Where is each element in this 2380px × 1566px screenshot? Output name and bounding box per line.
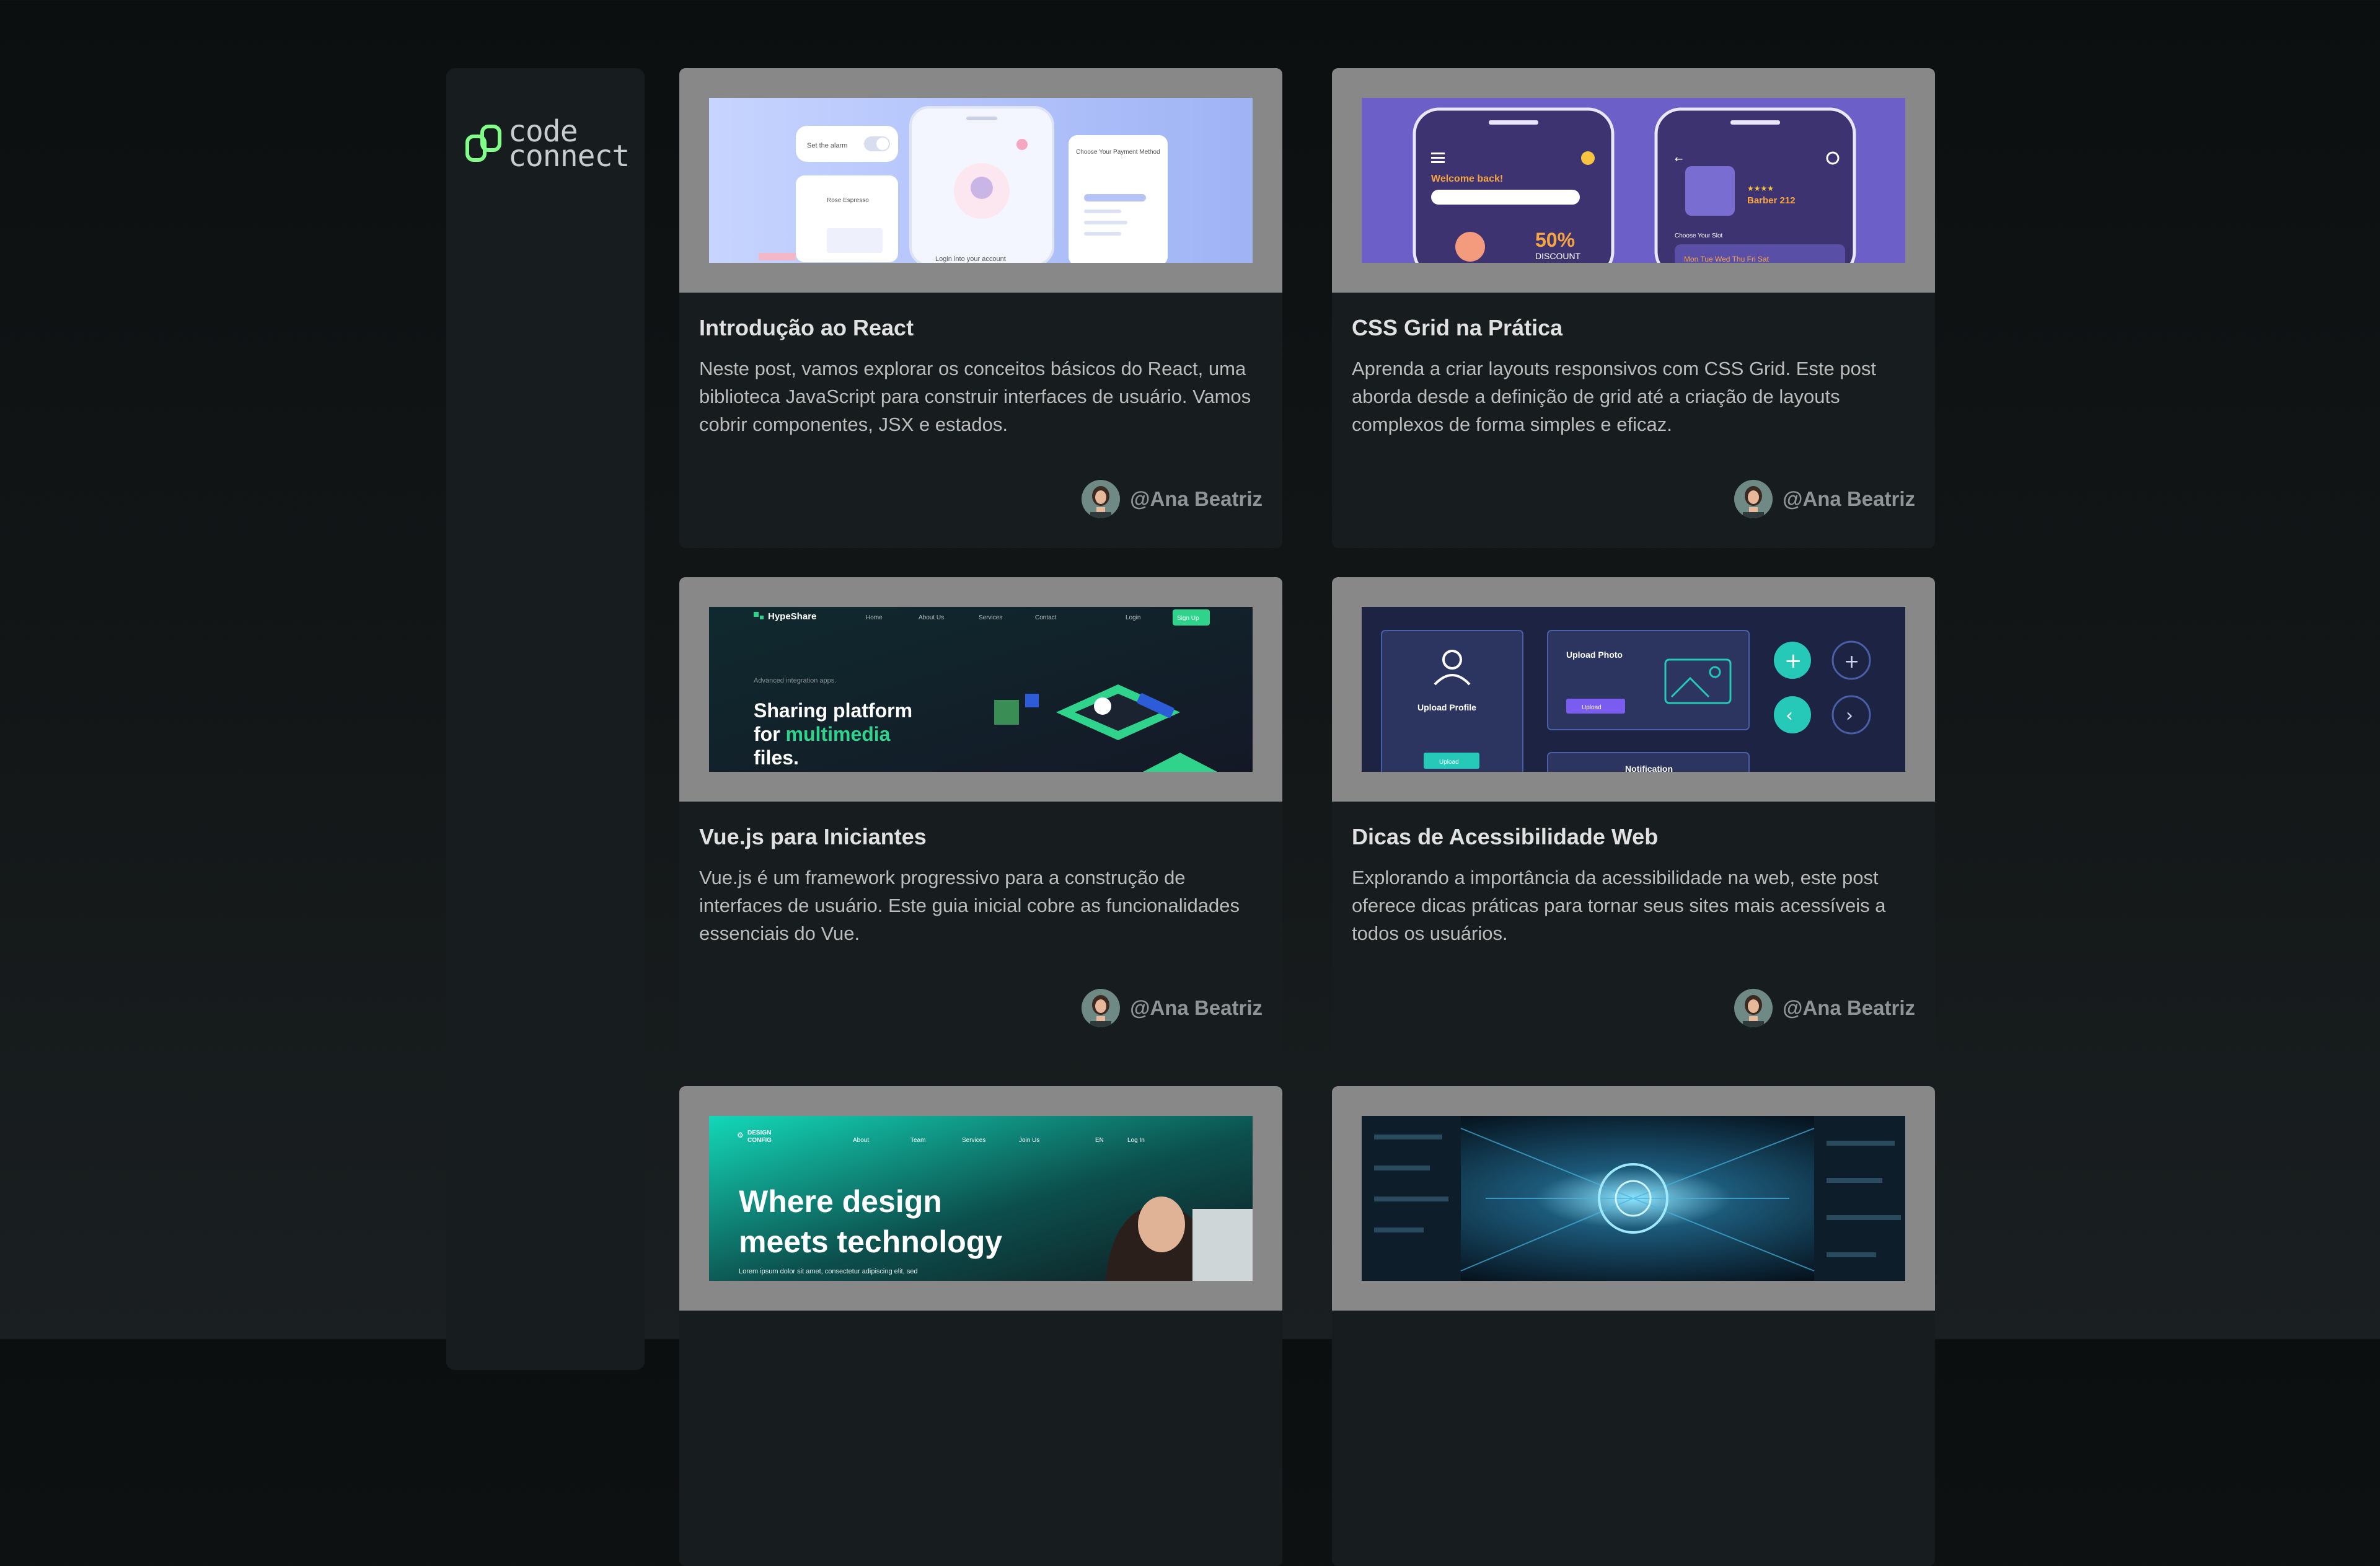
tech-tunnel-thumbnail: [1362, 1116, 1905, 1281]
post-media[interactable]: HypeShare Home About Us Services Contact…: [679, 577, 1282, 802]
svg-text:meets technology: meets technology: [739, 1224, 1002, 1259]
post-thumbnail[interactable]: Upload Profile Upload Upload Photo Uploa…: [1362, 607, 1905, 772]
svg-text:Set the alarm: Set the alarm: [807, 142, 847, 149]
svg-text:About Us: About Us: [919, 614, 944, 621]
post-excerpt: Aprenda a criar layouts responsivos com …: [1352, 358, 1876, 435]
post-thumbnail[interactable]: Welcome back! 50% DISCOUNT ← ★★★★ Barber…: [1362, 98, 1905, 263]
design-config-thumbnail: ⚙ DESIGN CONFIG About Team Services Join…: [709, 1116, 1253, 1281]
upload-ui-thumbnail: Upload Profile Upload Upload Photo Uploa…: [1362, 607, 1905, 772]
logo-wordmark: code connect: [508, 117, 630, 174]
svg-text:Upload: Upload: [1582, 704, 1602, 711]
svg-text:Barber 212: Barber 212: [1747, 195, 1796, 206]
svg-text:Notification: Notification: [1625, 764, 1673, 772]
post-media[interactable]: Welcome back! 50% DISCOUNT ← ★★★★ Barber…: [1332, 68, 1935, 293]
post-thumbnail[interactable]: ⚙ DESIGN CONFIG About Team Services Join…: [709, 1116, 1253, 1281]
svg-text:Services: Services: [962, 1137, 985, 1144]
svg-text:+: +: [1844, 651, 1859, 673]
author-handle: @Ana Beatriz: [1783, 487, 1915, 510]
svg-text:Team: Team: [910, 1137, 925, 1144]
post-excerpt: Explorando a importância da acessibilida…: [1352, 867, 1886, 944]
code-connect-logo[interactable]: code connect: [465, 117, 630, 174]
post-thumbnail[interactable]: Set the alarm Rose Espresso Login into y…: [709, 98, 1253, 263]
author-avatar: [1734, 989, 1773, 1027]
svg-text:Join Us: Join Us: [1019, 1137, 1039, 1144]
author-avatar: [1082, 989, 1121, 1027]
author-avatar: [1082, 480, 1121, 518]
svg-text:files.: files.: [754, 746, 799, 769]
post-author[interactable]: @Ana Beatriz: [1734, 480, 1915, 518]
post-card[interactable]: Upload Profile Upload Upload Photo Uploa…: [1332, 577, 1935, 1057]
post-title[interactable]: Dicas de Acessibilidade Web: [1352, 824, 1658, 850]
barber-app-thumbnail: Welcome back! 50% DISCOUNT ← ★★★★ Barber…: [1362, 98, 1905, 263]
svg-text:Contact: Contact: [1035, 614, 1057, 621]
svg-text:←: ←: [1675, 153, 1683, 165]
svg-text:About: About: [853, 1137, 869, 1144]
post-title[interactable]: Vue.js para Iniciantes: [699, 824, 927, 850]
code-connect-logo-icon: [465, 125, 501, 162]
svg-text:›: ›: [1846, 705, 1853, 727]
post-author[interactable]: @Ana Beatriz: [1082, 989, 1263, 1027]
post-thumbnail[interactable]: [1362, 1116, 1905, 1281]
svg-text:EN: EN: [1095, 1137, 1104, 1144]
post-excerpt: Neste post, vamos explorar os conceitos …: [699, 358, 1251, 435]
post-media[interactable]: Set the alarm Rose Espresso Login into y…: [679, 68, 1282, 293]
svg-text:Choose Your Slot: Choose Your Slot: [1675, 232, 1723, 239]
svg-text:for multimedia: for multimedia: [754, 723, 891, 745]
post-thumbnail[interactable]: HypeShare Home About Us Services Contact…: [709, 607, 1253, 772]
svg-text:⚙: ⚙: [737, 1131, 744, 1139]
post-author[interactable]: @Ana Beatriz: [1082, 480, 1263, 518]
svg-text:Welcome back!: Welcome back!: [1431, 174, 1503, 184]
svg-text:Login: Login: [1126, 614, 1140, 621]
post-card[interactable]: [1332, 1086, 1935, 1566]
svg-text:Upload: Upload: [1439, 759, 1459, 766]
post-media[interactable]: ⚙ DESIGN CONFIG About Team Services Join…: [679, 1086, 1282, 1311]
svg-text:Advanced integration apps.: Advanced integration apps.: [754, 677, 836, 684]
svg-text:Log In: Log In: [1127, 1137, 1145, 1144]
svg-text:Choose Your Payment Method: Choose Your Payment Method: [1076, 149, 1160, 156]
svg-text:DISCOUNT: DISCOUNT: [1535, 251, 1581, 261]
post-excerpt: Vue.js é um framework progressivo para a…: [699, 867, 1240, 944]
sidebar: code connect: [446, 68, 645, 1370]
svg-text:50%: 50%: [1535, 229, 1575, 251]
svg-text:DESIGN: DESIGN: [747, 1130, 771, 1136]
author-avatar: [1734, 480, 1773, 518]
svg-text:Upload Photo: Upload Photo: [1566, 650, 1623, 660]
post-title[interactable]: Introdução ao React: [699, 315, 914, 341]
svg-text:Upload Profile: Upload Profile: [1417, 702, 1476, 712]
svg-text:HypeShare: HypeShare: [768, 611, 816, 622]
svg-text:+: +: [1784, 648, 1802, 673]
post-card[interactable]: HypeShare Home About Us Services Contact…: [679, 577, 1282, 1057]
svg-text:Home: Home: [866, 614, 883, 621]
post-card[interactable]: Set the alarm Rose Espresso Login into y…: [679, 68, 1282, 548]
hypeshare-thumbnail: HypeShare Home About Us Services Contact…: [709, 607, 1253, 772]
svg-text:Mon Tue Wed Thu Fri Sat: Mon Tue Wed Thu Fri Sat: [1684, 255, 1770, 263]
svg-text:Sign Up: Sign Up: [1177, 615, 1199, 622]
svg-text:Where design: Where design: [739, 1184, 942, 1219]
post-card[interactable]: ⚙ DESIGN CONFIG About Team Services Join…: [679, 1086, 1282, 1566]
author-handle: @Ana Beatriz: [1130, 487, 1263, 510]
post-title[interactable]: CSS Grid na Prática: [1352, 315, 1562, 341]
svg-text:Sharing platform: Sharing platform: [754, 699, 912, 722]
post-author[interactable]: @Ana Beatriz: [1734, 989, 1915, 1027]
svg-text:Login into your account: Login into your account: [935, 255, 1006, 263]
svg-text:★★★★: ★★★★: [1747, 184, 1774, 193]
react-app-thumbnail: Set the alarm Rose Espresso Login into y…: [709, 98, 1253, 263]
svg-text:Rose Espresso: Rose Espresso: [827, 197, 869, 204]
svg-text:CONFIG: CONFIG: [747, 1137, 772, 1144]
author-handle: @Ana Beatriz: [1783, 996, 1915, 1019]
svg-text:Lorem ipsum dolor sit amet, co: Lorem ipsum dolor sit amet, consectetur …: [739, 1268, 918, 1275]
post-card[interactable]: Welcome back! 50% DISCOUNT ← ★★★★ Barber…: [1332, 68, 1935, 548]
post-media[interactable]: [1332, 1086, 1935, 1311]
author-handle: @Ana Beatriz: [1130, 996, 1263, 1019]
post-media[interactable]: Upload Profile Upload Upload Photo Uploa…: [1332, 577, 1935, 802]
svg-text:‹: ‹: [1786, 705, 1793, 727]
svg-text:Services: Services: [979, 614, 1002, 621]
logo-line-2: connect: [508, 139, 630, 174]
